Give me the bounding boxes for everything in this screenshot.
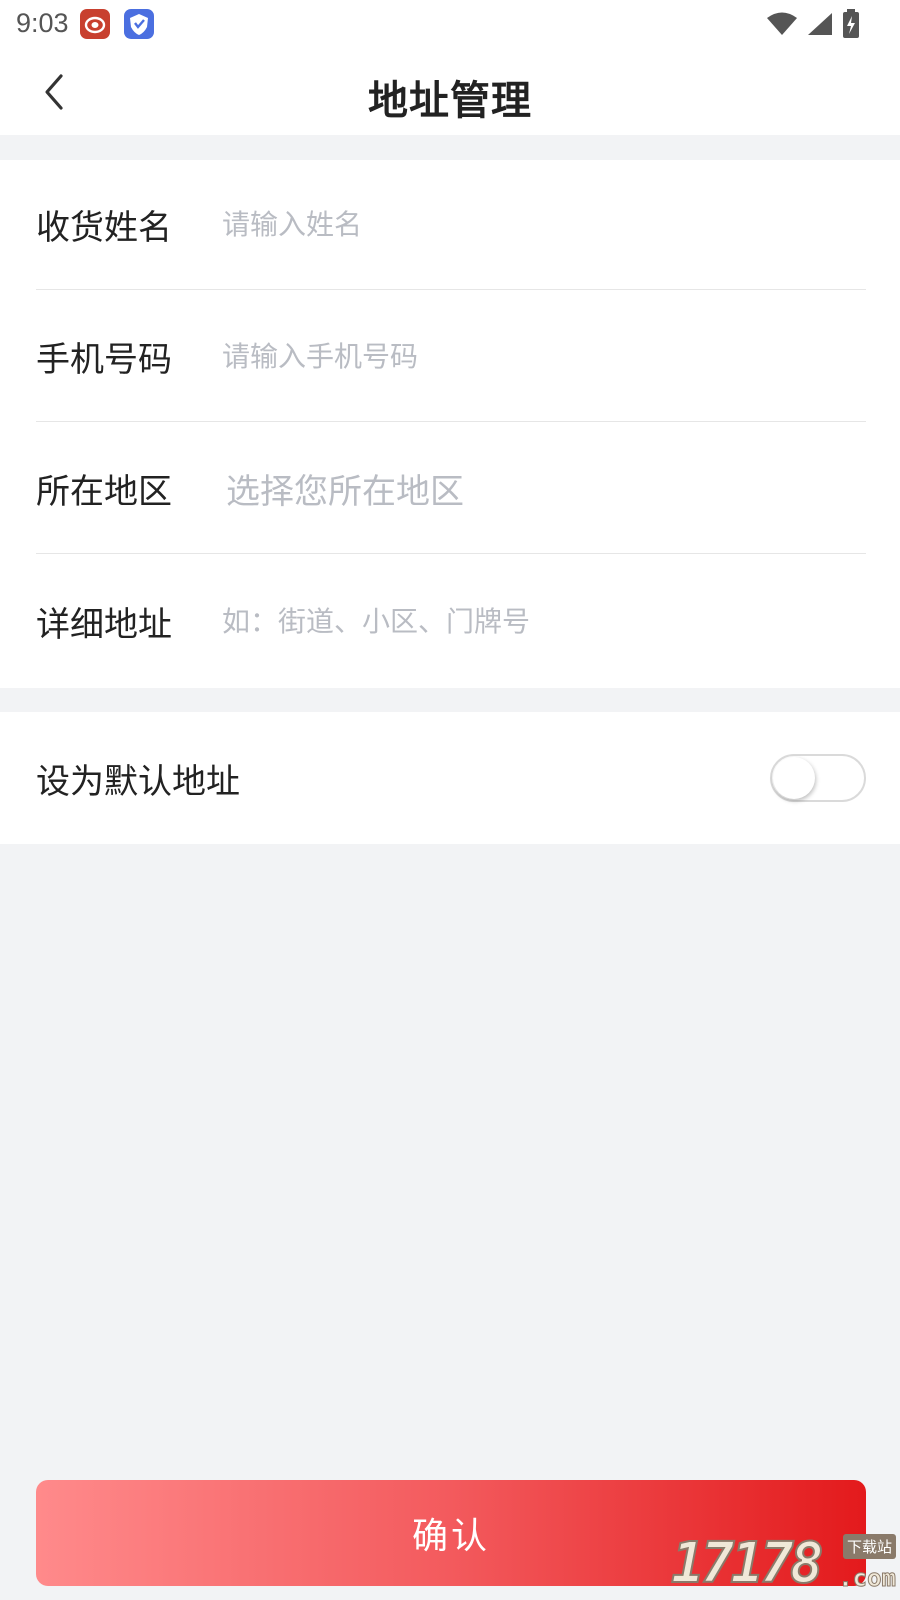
default-address-label: 设为默认地址 bbox=[36, 762, 240, 802]
address-label: 详细地址 bbox=[36, 604, 172, 645]
weibo-icon bbox=[80, 9, 110, 39]
phone-row: 手机号码 bbox=[36, 292, 866, 422]
default-address-toggle[interactable] bbox=[770, 754, 866, 802]
address-row: 详细地址 bbox=[36, 556, 866, 686]
name-label: 收货姓名 bbox=[36, 208, 172, 248]
watermark-number: 17178 bbox=[670, 1530, 825, 1597]
name-input[interactable] bbox=[222, 194, 866, 255]
region-select[interactable]: 选择您所在地区 bbox=[222, 464, 866, 513]
watermark-logo: 下载站 17178 .com bbox=[670, 1530, 897, 1597]
default-address-row: 设为默认地址 bbox=[0, 712, 900, 844]
status-indicators bbox=[766, 8, 860, 40]
page-title: 地址管理 bbox=[368, 78, 532, 124]
address-input[interactable] bbox=[222, 591, 866, 651]
status-time: 9:03 bbox=[16, 8, 69, 38]
toggle-knob bbox=[773, 757, 815, 799]
address-form: 收货姓名 手机号码 所在地区 选择您所在地区 详细地址 bbox=[0, 160, 900, 688]
region-row[interactable]: 所在地区 选择您所在地区 bbox=[36, 424, 866, 554]
nav-bar: 地址管理 bbox=[0, 50, 900, 135]
watermark-suffix: .com bbox=[838, 1564, 897, 1593]
signal-icon bbox=[808, 13, 832, 35]
wifi-icon bbox=[767, 12, 797, 35]
name-row: 收货姓名 bbox=[36, 160, 866, 290]
region-label: 所在地区 bbox=[36, 472, 172, 512]
status-bar: 9:03 bbox=[0, 0, 900, 50]
battery-charging-icon bbox=[843, 9, 859, 38]
phone-input[interactable] bbox=[222, 326, 866, 387]
phone-label: 手机号码 bbox=[36, 340, 172, 380]
watermark-tag: 下载站 bbox=[842, 1534, 896, 1559]
shield-app-icon bbox=[124, 9, 154, 39]
